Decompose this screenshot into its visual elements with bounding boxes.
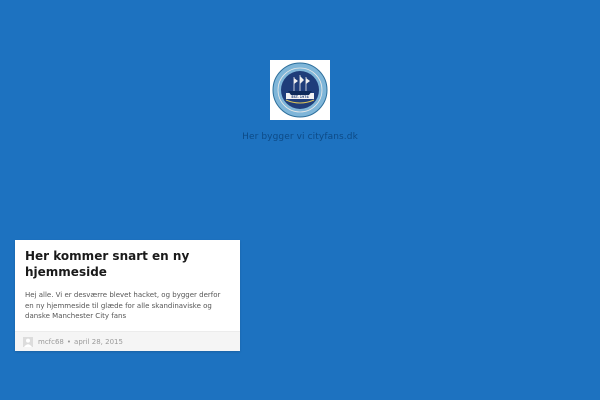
user-silhouette-icon xyxy=(24,338,32,347)
avatar xyxy=(23,336,33,347)
club-crest-icon: EST. 1974 xyxy=(272,62,328,118)
site-logo[interactable]: EST. 1974 xyxy=(270,60,330,120)
post-excerpt: Hej alle. Vi er desværre blevet hacket, … xyxy=(25,291,221,320)
post-title-link[interactable]: Her kommer snart en ny hjemmeside xyxy=(15,240,240,280)
meta-separator: • xyxy=(66,337,72,346)
post-date-link[interactable]: april 28, 2015 xyxy=(74,338,123,346)
post-card: Her kommer snart en ny hjemmeside Hej al… xyxy=(15,240,240,351)
crest-text: EST. 1974 xyxy=(291,95,309,99)
site-tagline: Her bygger vi cityfans.dk xyxy=(242,132,358,142)
post-meta: mcfc68 • april 28, 2015 xyxy=(15,331,240,351)
post-author-link[interactable]: mcfc68 xyxy=(38,338,64,346)
